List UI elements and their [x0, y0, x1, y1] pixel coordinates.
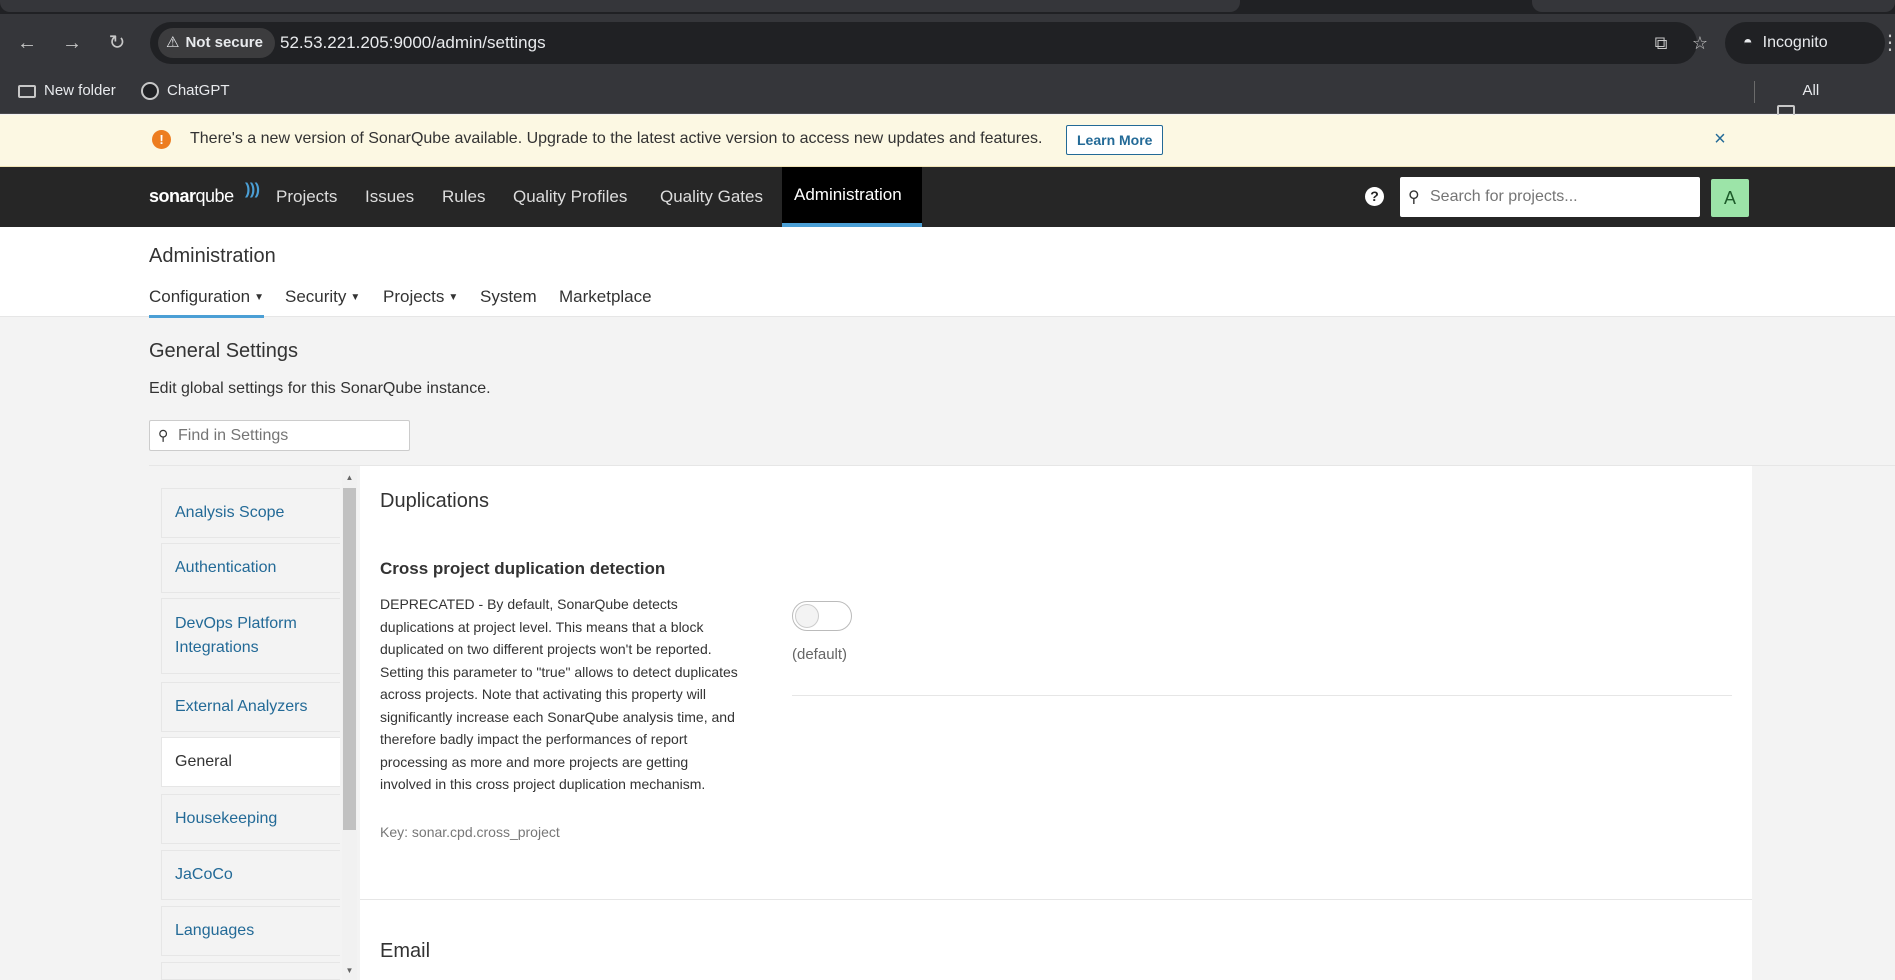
project-search-input[interactable]	[1430, 177, 1690, 217]
property-divider	[792, 695, 1732, 696]
security-chip[interactable]: ⚠ Not secure	[158, 28, 275, 58]
url-text[interactable]: 52.53.221.205:9000/admin/settings	[280, 22, 546, 64]
incognito-indicator[interactable]: ◓ Incognito	[1725, 22, 1885, 64]
tab-marketplace[interactable]: Marketplace	[559, 287, 652, 315]
search-icon: ⚲	[158, 427, 169, 443]
caret-down-icon: ▼	[448, 292, 459, 304]
bookmarks-bar: New folder ChatGPT All Bookmarks	[0, 71, 1895, 139]
close-icon[interactable]: ×	[1710, 125, 1730, 153]
browser-menu-icon[interactable]: ⋮	[1880, 28, 1895, 58]
category-housekeeping[interactable]: Housekeeping	[161, 794, 340, 844]
nav-projects[interactable]: Projects	[264, 167, 349, 227]
tab-configuration[interactable]: Configuration ▼	[149, 287, 265, 318]
category-authentication[interactable]: Authentication	[161, 543, 340, 593]
category-devops-platform-integrations[interactable]: DevOps Platform Integrations	[161, 598, 340, 674]
browser-toolbar: ← → ↻ ⚠ Not secure 52.53.221.205:9000/ad…	[0, 14, 1895, 71]
toggle-knob	[795, 604, 819, 628]
nav-administration[interactable]: Administration	[782, 167, 922, 227]
nav-quality-profiles[interactable]: Quality Profiles	[501, 167, 639, 227]
settings-title: General Settings	[149, 340, 298, 362]
caret-down-icon: ▼	[350, 292, 361, 304]
folder-icon	[18, 84, 36, 98]
category-general[interactable]: General	[161, 737, 340, 787]
nav-rules[interactable]: Rules	[430, 167, 497, 227]
page-title: Administration	[149, 245, 276, 267]
tab-label: Projects	[383, 287, 445, 306]
warning-triangle-icon: ⚠	[166, 34, 180, 51]
tab-system[interactable]: System	[480, 287, 537, 315]
logo-text-light: qube	[195, 186, 235, 206]
sonarqube-logo[interactable]: sonarqube )))	[149, 181, 260, 211]
settings-description: Edit global settings for this SonarQube …	[149, 380, 491, 397]
tab-projects[interactable]: Projects ▼	[383, 287, 458, 315]
browser-tab[interactable]	[0, 0, 1240, 12]
user-avatar[interactable]: A	[1711, 179, 1749, 217]
star-icon[interactable]: ☆	[1688, 31, 1712, 55]
scrollbar-thumb[interactable]	[343, 488, 356, 830]
chatgpt-icon	[141, 82, 159, 100]
reload-icon[interactable]: ↻	[102, 28, 132, 58]
search-icon: ⚲	[1408, 189, 1420, 206]
property-description: DEPRECATED - By default, SonarQube detec…	[380, 596, 738, 792]
address-bar[interactable]: ⚠ Not secure 52.53.221.205:9000/admin/se…	[150, 22, 1708, 64]
default-label: (default)	[792, 646, 848, 663]
category-languages[interactable]: Languages	[161, 906, 340, 956]
cross-project-toggle[interactable]	[792, 601, 852, 631]
translate-icon[interactable]: ⧉	[1649, 31, 1673, 55]
main-navigation: sonarqube ))) Projects Issues Rules Qual…	[0, 167, 1895, 227]
tab-security[interactable]: Security ▼	[285, 287, 360, 315]
category-jacoco[interactable]: JaCoCo	[161, 850, 340, 900]
section-title-email: Email	[380, 940, 431, 962]
property-key: Key: sonar.cpd.cross_project	[380, 824, 560, 840]
browser-tab[interactable]	[1532, 0, 1895, 12]
scroll-down-arrow-icon[interactable]: ▼	[342, 963, 357, 978]
bookmark-chatgpt[interactable]: ChatGPT	[141, 71, 230, 111]
warning-icon: !	[152, 130, 171, 149]
category-external-analyzers[interactable]: External Analyzers	[161, 682, 340, 732]
back-icon[interactable]: ←	[12, 28, 42, 58]
security-chip-label: Not secure	[185, 34, 263, 51]
bookmarks-separator	[1754, 81, 1755, 103]
admin-header: Administration Configuration ▼ Security ▼ …	[0, 227, 1895, 318]
section-divider	[360, 899, 1752, 900]
logo-text-bold: sonar	[149, 186, 196, 206]
incognito-label: Incognito	[1762, 34, 1828, 51]
incognito-icon: ◓	[1743, 34, 1753, 51]
category-analysis-scope[interactable]: Analysis Scope	[161, 488, 340, 538]
caret-down-icon: ▼	[254, 292, 265, 304]
project-search[interactable]: ⚲	[1400, 177, 1700, 217]
help-icon[interactable]: ?	[1365, 187, 1384, 206]
upgrade-banner: ! There's a new version of SonarQube ava…	[0, 115, 1895, 167]
settings-search-input[interactable]	[178, 421, 406, 450]
learn-more-button[interactable]: Learn More	[1066, 125, 1164, 155]
settings-search[interactable]: ⚲	[149, 420, 410, 451]
scroll-up-arrow-icon[interactable]: ▲	[342, 470, 357, 485]
property-name: Cross project duplication detection	[380, 559, 666, 578]
nav-issues[interactable]: Issues	[353, 167, 426, 227]
section-title-duplications: Duplications	[380, 490, 489, 512]
category-partial[interactable]	[161, 962, 340, 980]
bookmark-label: New folder	[44, 82, 116, 99]
logo-waves-icon: )))	[245, 181, 260, 198]
browser-tab-strip	[0, 0, 1895, 14]
tab-label: Configuration	[149, 287, 251, 306]
bookmark-label: ChatGPT	[167, 82, 230, 99]
forward-icon[interactable]: →	[57, 28, 87, 58]
tab-label: Security	[285, 287, 347, 306]
settings-content: Duplications Cross project duplication d…	[360, 466, 1752, 980]
banner-message: There's a new version of SonarQube avail…	[190, 130, 1043, 147]
nav-quality-gates[interactable]: Quality Gates	[648, 167, 775, 227]
bookmark-new-folder[interactable]: New folder	[18, 71, 116, 111]
